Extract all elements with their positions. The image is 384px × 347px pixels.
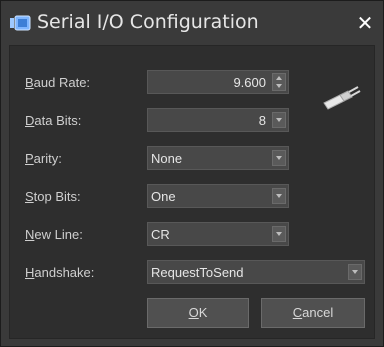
handshake-label: Handshake:	[25, 265, 95, 280]
handshake-value: RequestToSend	[151, 265, 244, 280]
usb-plug-icon	[323, 86, 361, 110]
cancel-button[interactable]: Cancel	[261, 298, 365, 328]
stop-bits-select[interactable]: One	[147, 184, 289, 208]
new-line-label: New Line:	[25, 227, 83, 242]
close-icon[interactable]: ✕	[355, 13, 375, 33]
stop-bits-label: Stop Bits:	[25, 189, 81, 204]
title-bar[interactable]: Serial I/O Configuration ✕	[1, 1, 383, 45]
chevron-down-icon[interactable]	[272, 112, 286, 128]
chevron-down-icon[interactable]	[272, 188, 286, 204]
data-bits-value: 8	[258, 113, 266, 128]
spin-up-icon[interactable]	[276, 76, 282, 80]
window-title: Serial I/O Configuration	[37, 11, 259, 33]
chevron-down-icon[interactable]	[272, 150, 286, 166]
serial-io-dialog: Serial I/O Configuration ✕ Baud Rate: 9.…	[0, 0, 384, 347]
chevron-down-icon[interactable]	[272, 226, 286, 242]
baud-rate-spinbox[interactable]: 9.600	[147, 70, 289, 94]
baud-rate-value: 9.600	[233, 75, 266, 90]
baud-rate-label: Baud Rate:	[25, 75, 91, 90]
data-bits-select[interactable]: 8	[147, 108, 289, 132]
data-bits-label: Data Bits:	[25, 113, 82, 128]
new-line-select[interactable]: CR	[147, 222, 289, 246]
spin-down-icon[interactable]	[276, 84, 282, 88]
parity-label: Parity:	[25, 151, 62, 166]
handshake-select[interactable]: RequestToSend	[147, 260, 365, 284]
parity-value: None	[151, 151, 183, 166]
ok-button[interactable]: OK	[147, 298, 249, 328]
baud-rate-spin-buttons[interactable]	[272, 73, 286, 91]
parity-select[interactable]: None	[147, 146, 289, 170]
chevron-down-icon[interactable]	[348, 264, 362, 280]
stop-bits-value: One	[151, 189, 176, 204]
serial-port-icon	[10, 15, 31, 31]
new-line-value: CR	[151, 227, 170, 242]
